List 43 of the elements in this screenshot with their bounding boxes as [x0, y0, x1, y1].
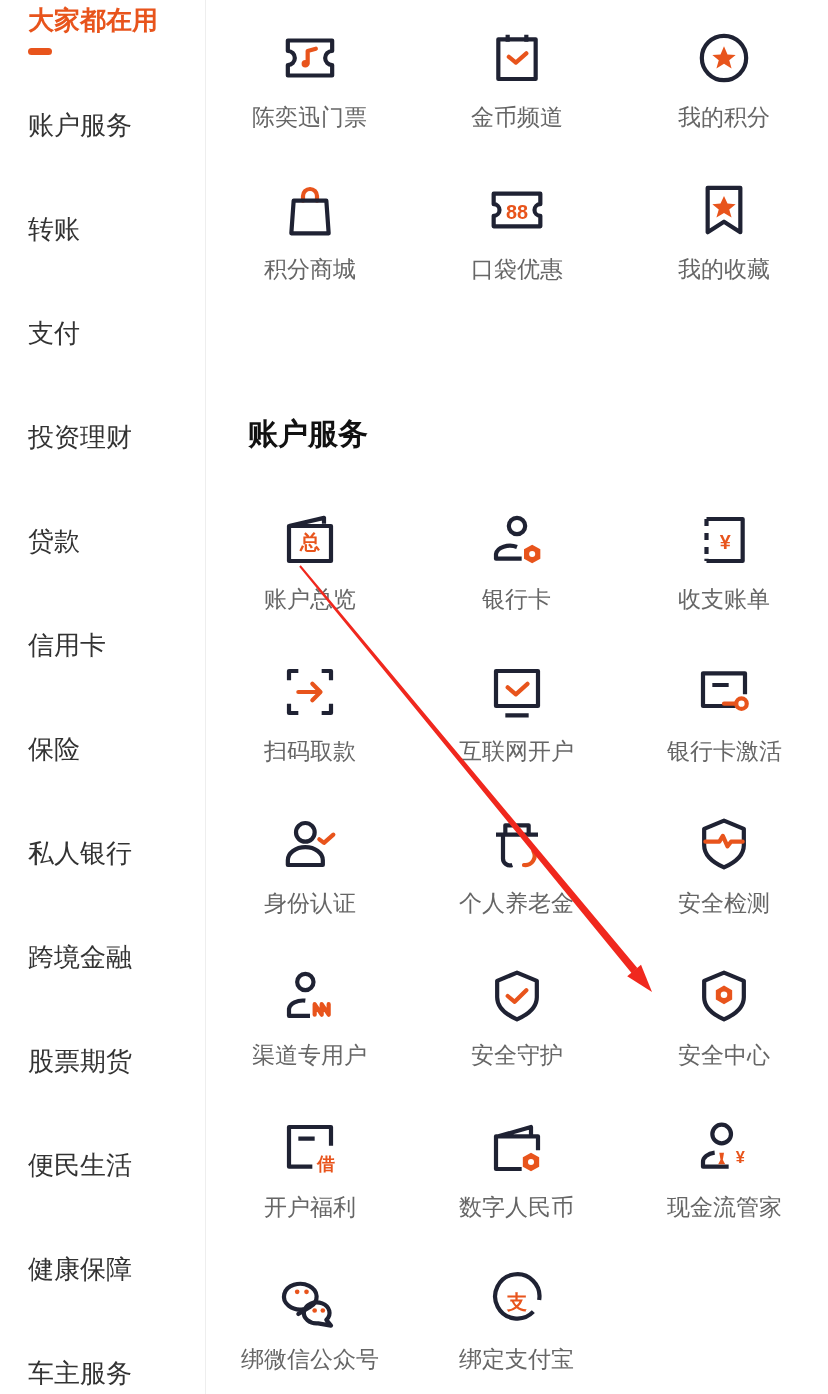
sidebar-item[interactable]: 跨境金融	[0, 905, 205, 1009]
service-label[interactable]: 陈奕迅门票	[252, 102, 368, 132]
service-label[interactable]: 身份认证	[263, 888, 356, 918]
service-label[interactable]: 我的积分	[678, 102, 771, 132]
icon-text: 88	[505, 201, 528, 224]
section-title: 账户服务	[248, 416, 369, 452]
icon-text: ¥	[719, 531, 731, 554]
service-label[interactable]: 金币频道	[471, 102, 563, 132]
icon-text: ¥	[736, 1148, 746, 1167]
sidebar-item[interactable]: 信用卡	[0, 593, 205, 697]
service-label[interactable]: 个人养老金	[459, 888, 575, 918]
service-label[interactable]: 现金流管家	[666, 1192, 782, 1222]
service-label[interactable]: 收支账单	[678, 584, 771, 614]
sidebar-item[interactable]: 支付	[0, 281, 205, 385]
service-label[interactable]: 口袋优惠	[471, 254, 563, 284]
service-label[interactable]: 安全检测	[678, 888, 771, 918]
sidebar-item[interactable]: 投资理财	[0, 385, 205, 489]
sidebar-item[interactable]: 车主服务	[0, 1321, 205, 1394]
service-label[interactable]: 银行卡激活	[666, 736, 782, 766]
service-label[interactable]: 我的收藏	[678, 254, 771, 284]
sidebar-item[interactable]: 账户服务	[0, 73, 205, 177]
service-label[interactable]: 银行卡	[482, 584, 552, 614]
sidebar-item[interactable]: 保险	[0, 697, 205, 801]
service-label[interactable]: 安全守护	[471, 1040, 563, 1070]
service-label[interactable]: 绑定支付宝	[459, 1344, 575, 1374]
sidebar-item[interactable]: 健康保障	[0, 1217, 205, 1321]
service-label[interactable]: 渠道专用户	[252, 1040, 368, 1070]
icon-text: 总	[299, 531, 320, 554]
icon-text: 借	[317, 1154, 335, 1175]
sidebar-item[interactable]: 大家都在用	[0, 0, 205, 73]
sidebar-item[interactable]: 私人银行	[0, 801, 205, 905]
service-label[interactable]: 安全中心	[678, 1040, 771, 1070]
service-label[interactable]: 开户福利	[263, 1192, 356, 1222]
sidebar-item[interactable]: 便民生活	[0, 1113, 205, 1217]
sidebar-item[interactable]: 转账	[0, 177, 205, 281]
icon-text: 支	[507, 1291, 527, 1314]
service-label[interactable]: 绑微信公众号	[240, 1344, 379, 1374]
service-label[interactable]: 积分商城	[263, 254, 356, 284]
service-label[interactable]: 扫码取款	[263, 736, 356, 766]
sidebar-item[interactable]: 贷款	[0, 489, 205, 593]
service-label[interactable]: 数字人民币	[459, 1192, 575, 1222]
sidebar-item[interactable]: 股票期货	[0, 1009, 205, 1113]
service-label[interactable]: 互联网开户	[459, 736, 575, 766]
